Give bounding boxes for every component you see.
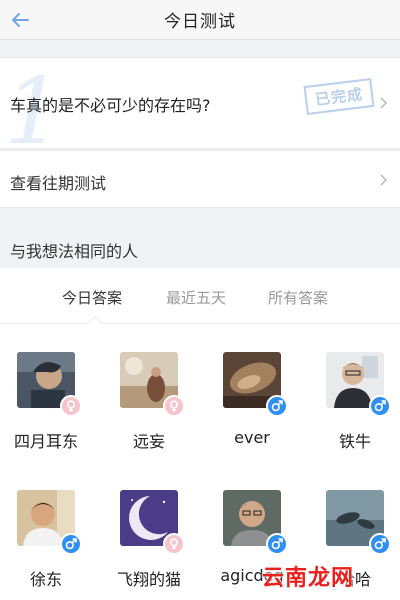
user-name: 铁牛 (338, 432, 371, 451)
watermark: 云南龙网 (262, 566, 355, 591)
user-card[interactable]: 远妄 (103, 352, 203, 462)
male-icon (266, 395, 288, 417)
top-bar: 今日测试 (0, 0, 400, 40)
section-title: 与我想法相同的人 (10, 242, 139, 261)
female-icon (163, 533, 185, 555)
back-arrow-icon (12, 13, 29, 27)
user-card[interactable]: 四月耳东 (0, 352, 100, 462)
active-tab-indicator (87, 315, 103, 331)
past-tests-row[interactable]: 查看往期测试 (0, 150, 400, 208)
user-name: 飞翔的猫 (116, 570, 181, 589)
male-icon (60, 533, 82, 555)
page-title: 今日测试 (164, 12, 236, 32)
past-tests-label: 查看往期测试 (10, 174, 107, 193)
tab-last-five-days[interactable]: 最近五天 (166, 287, 226, 308)
user-name: 四月耳东 (13, 432, 78, 451)
user-card[interactable]: 飞翔的猫 (103, 490, 203, 600)
chevron-right-icon (378, 96, 388, 110)
user-name: 徐东 (29, 570, 62, 589)
user-card[interactable]: 铁牛 (309, 352, 400, 462)
user-name: ever (234, 428, 270, 447)
male-icon (266, 533, 288, 555)
users-panel: 今日答案 最近五天 所有答案 四月耳东 远妄 ever 铁牛 徐东 飞翔的猫 a… (0, 268, 400, 600)
female-icon (163, 395, 185, 417)
answer-tabs: 今日答案 最近五天 所有答案 (0, 268, 400, 331)
today-test-card[interactable]: 1 车真的是不必可少的存在吗? 已完成 (0, 57, 400, 149)
user-card[interactable]: 徐东 (0, 490, 100, 600)
completed-stamp: 已完成 (303, 77, 375, 116)
male-icon (369, 533, 391, 555)
female-icon (60, 395, 82, 417)
tab-today[interactable]: 今日答案 (62, 287, 122, 308)
back-button[interactable] (6, 6, 34, 34)
user-card[interactable]: ever (206, 352, 306, 462)
test-question: 车真的是不必可少的存在吗? (10, 96, 211, 115)
user-name: 远妄 (132, 432, 165, 451)
chevron-right-icon (378, 173, 388, 187)
tab-all-answers[interactable]: 所有答案 (268, 287, 328, 308)
male-icon (369, 395, 391, 417)
